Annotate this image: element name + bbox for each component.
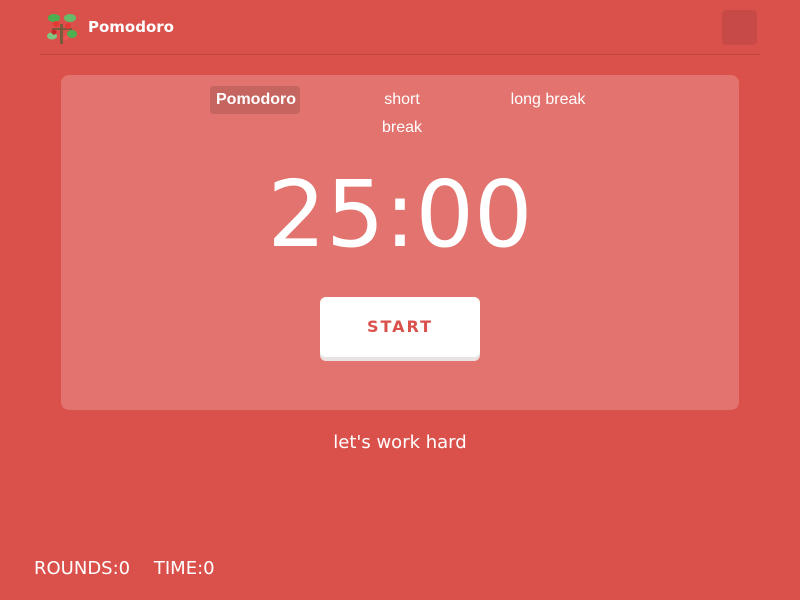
rounds-stat: ROUNDS:0 — [34, 558, 130, 579]
rounds-label: ROUNDS: — [34, 558, 119, 579]
top-bar: Pomodoro — [40, 8, 760, 55]
timer-panel: Pomodoro short break long break 25:00 ST… — [61, 75, 739, 410]
stats-bar: ROUNDS:0 TIME:0 — [34, 558, 233, 579]
start-button[interactable]: START — [320, 297, 480, 357]
time-label: TIME: — [153, 558, 204, 579]
tab-pomodoro[interactable]: Pomodoro — [210, 86, 300, 114]
mode-tabs: Pomodoro short break long break — [61, 86, 739, 136]
timer-display: 25:00 — [267, 161, 533, 268]
settings-button[interactable] — [722, 10, 757, 45]
rounds-value: 0 — [118, 558, 131, 579]
motto-text: let's work hard — [333, 432, 467, 453]
tab-short-break[interactable]: short break — [356, 86, 448, 136]
app-title: Pomodoro — [88, 18, 174, 36]
time-value: 0 — [203, 558, 215, 579]
tab-long-break[interactable]: long break — [504, 86, 592, 114]
time-stat: TIME:0 — [154, 558, 215, 579]
tomato-plant-icon — [47, 14, 77, 44]
